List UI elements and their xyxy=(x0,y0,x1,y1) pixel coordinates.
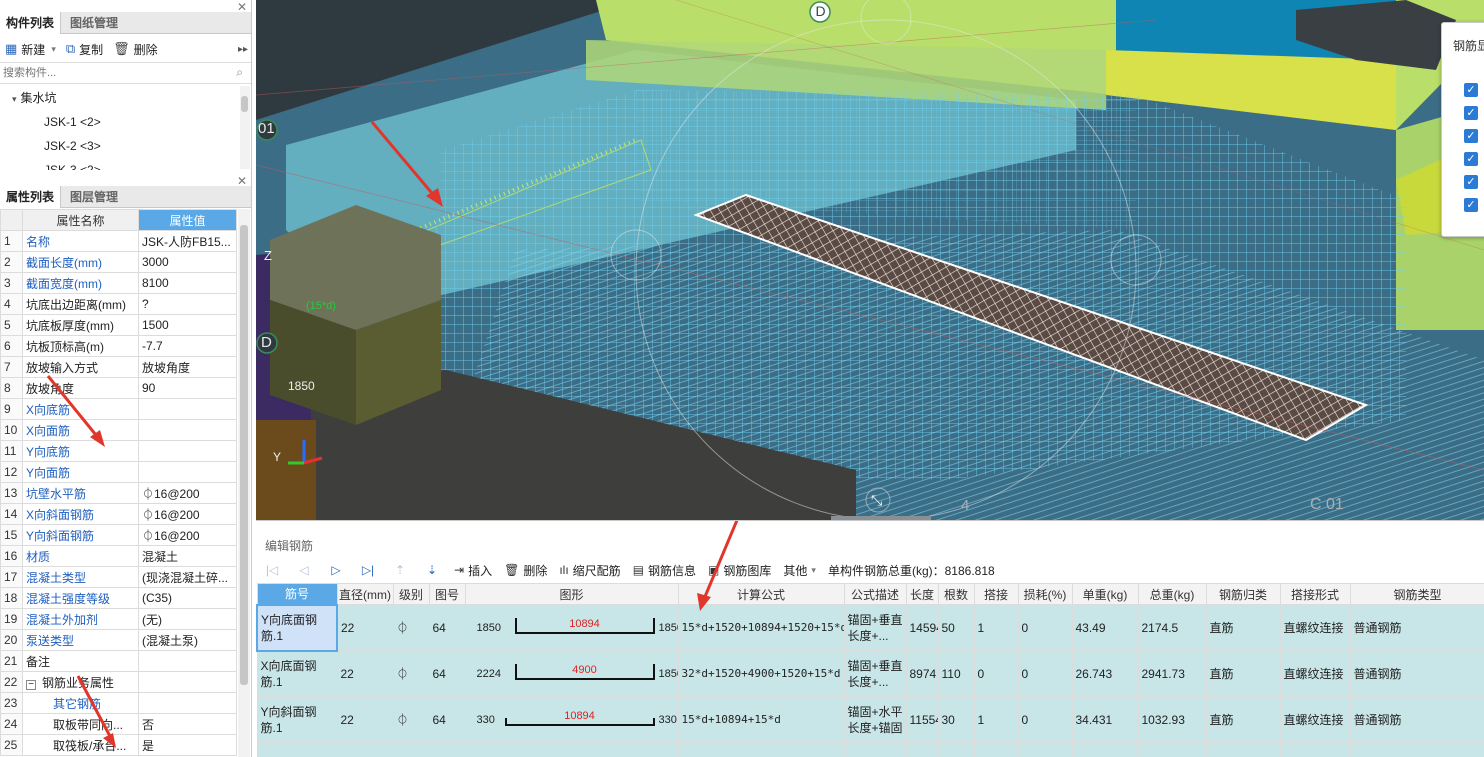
display-checkbox[interactable]: ✓ xyxy=(1464,152,1478,166)
display-checkbox[interactable]: ✓ xyxy=(1464,83,1478,97)
axis-label-d-left: D xyxy=(261,334,272,351)
formula-tag: (15*d) xyxy=(306,300,336,312)
axis-z-label: Z xyxy=(264,248,272,263)
rebar-editor-panel: 编辑钢筋 |◁ ◁ ▷ ▷| ⇡ ⇣ ⇥ 插入 🗑 删除 ılı 缩尺配筋 ▤ 钢筋信息… xyxy=(256,520,1484,757)
axis-label-01: 01 xyxy=(258,120,275,137)
dimension-label: 1850 xyxy=(288,379,315,393)
fit-view-icon[interactable]: ⤡ xyxy=(871,492,882,509)
axis-label-d-top: D xyxy=(815,3,826,19)
annotation-arrows-left xyxy=(46,375,116,748)
grid-label-c01: C 01 xyxy=(1310,496,1344,513)
display-checkbox[interactable]: ✓ xyxy=(1464,106,1478,120)
display-checkbox[interactable]: ✓ xyxy=(1464,198,1478,212)
axis-y-label: Y xyxy=(273,450,282,464)
grid-label-4: 4 xyxy=(961,497,970,514)
rebar-3d-scene xyxy=(256,0,1484,520)
left-panel: 构件列表 图纸管理 ✕ ▦新建▾ ⧉复制 🗑删除 ▸▸ ⌕ ▾集水坑 JSK-1… xyxy=(0,0,252,757)
rebar-display-panel: 钢筋显 ✓ ✓ ✓ ✓ ✓ ✓ xyxy=(1441,22,1484,237)
annotation-arrows-bottom xyxy=(697,521,739,611)
3d-viewport[interactable]: D 01 D 1850 (15*d) 4 C 01 Y Z ⤡ xyxy=(256,0,1484,520)
rebar-display-title: 钢筋显 xyxy=(1453,39,1484,53)
display-checkbox[interactable]: ✓ xyxy=(1464,175,1478,189)
display-checkbox[interactable]: ✓ xyxy=(1464,129,1478,143)
